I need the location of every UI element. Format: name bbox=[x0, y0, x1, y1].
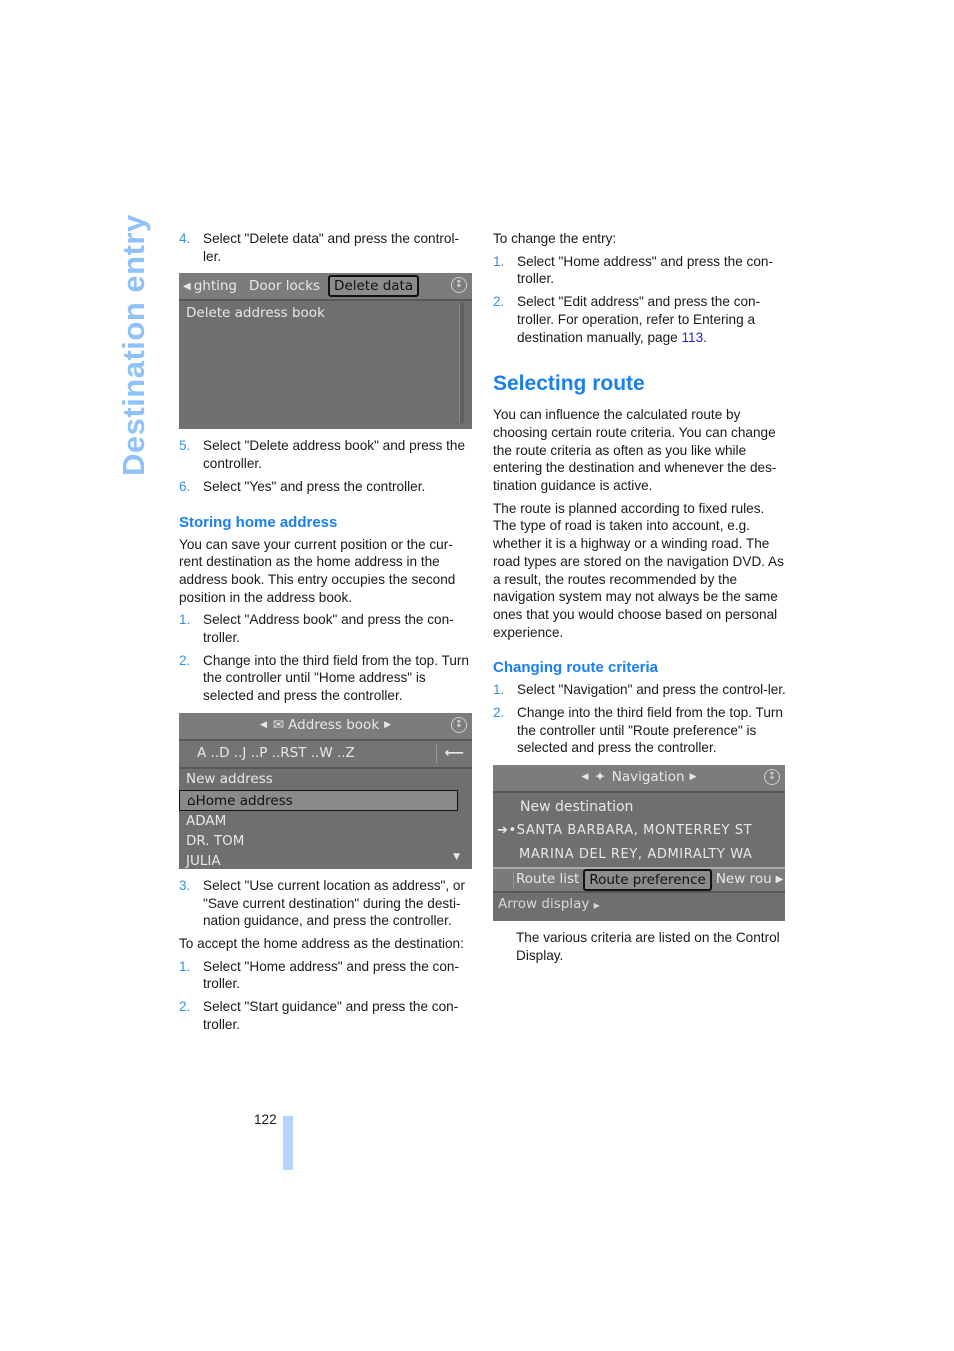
list-item[interactable]: ADAM bbox=[179, 811, 472, 831]
step-text: Select "Edit address" and press the con-… bbox=[517, 294, 761, 345]
step-6: 6. Select "Yes" and press the controller… bbox=[179, 478, 473, 496]
step-text: Select "Delete data" and press the contr… bbox=[203, 231, 459, 264]
step-number: 1. bbox=[179, 958, 191, 974]
page-marker-bar bbox=[283, 1116, 293, 1170]
arrow-left-icon: ◀ bbox=[259, 719, 267, 730]
accept-step-1: 1. Select "Home address" and press the c… bbox=[179, 958, 473, 993]
arrow-right-icon: ▶ bbox=[384, 719, 392, 730]
criteria-step-1: 1. Select "Navigation" and press the con… bbox=[493, 681, 787, 699]
step-number: 6. bbox=[179, 478, 191, 494]
step-number: 1. bbox=[179, 612, 191, 628]
step-number: 2. bbox=[493, 705, 505, 721]
menu-item-arrow-display[interactable]: Arrow display ▶ bbox=[493, 893, 785, 915]
controller-icon: ↕ bbox=[451, 277, 467, 294]
list-item[interactable]: JULIA bbox=[179, 851, 472, 869]
screen-title-bar: ◀ ✦ Navigation ▶ ↕ bbox=[493, 765, 785, 794]
change-step-2: 2. Select "Edit address" and press the c… bbox=[493, 293, 787, 346]
left-column: 4. Select "Delete data" and press the co… bbox=[179, 230, 473, 1038]
selecting-paragraph-1: You can influence the calculated route b… bbox=[493, 407, 777, 494]
change-step-1: 1. Select "Home address" and press the c… bbox=[493, 253, 787, 288]
step-text: Change into the third field from the top… bbox=[517, 705, 783, 756]
arrow-right-icon[interactable]: ▶ bbox=[776, 871, 784, 889]
step-3: 3. Select "Use current location as addre… bbox=[179, 877, 473, 930]
screen-title: Address book bbox=[288, 716, 380, 733]
step-text: Select "Use current location as address"… bbox=[203, 877, 466, 929]
heading-selecting-route: Selecting route bbox=[493, 372, 645, 396]
step-5: 5. Select "Delete address book" and pres… bbox=[179, 437, 473, 472]
step-number: 1. bbox=[493, 253, 505, 269]
storing-paragraph: You can save your current position or th… bbox=[179, 536, 456, 605]
controller-icon: ↕ bbox=[451, 716, 467, 733]
destination-item[interactable]: MARINA DEL REY, ADMIRALTY WA bbox=[493, 843, 785, 867]
tab-route-preference[interactable]: Route preference bbox=[583, 869, 712, 892]
scroll-down-icon[interactable]: ▼ bbox=[453, 849, 460, 867]
screen-tab-bar: ◀ ghting Door locks Delete data ↕ bbox=[179, 273, 472, 302]
list-item-selected[interactable]: ⌂Home address bbox=[179, 789, 458, 811]
list-item[interactable]: DR. TOM bbox=[179, 831, 472, 851]
arrow-right-icon: ▶ bbox=[593, 901, 600, 911]
step-text: Select "Home address" and press the con-… bbox=[203, 958, 459, 992]
scrollbar[interactable] bbox=[459, 303, 464, 424]
step-number: 3. bbox=[179, 877, 191, 893]
change-intro: To change the entry: bbox=[493, 231, 617, 246]
step-number: 2. bbox=[179, 652, 191, 668]
page-number: 122 bbox=[254, 1112, 277, 1127]
accept-step-2: 2. Select "Start guidance" and press the… bbox=[179, 998, 473, 1033]
step-text: Change into the third field from the top… bbox=[203, 652, 469, 704]
step-text: Select "Home address" and press the con-… bbox=[517, 253, 773, 287]
accept-paragraph: To accept the home address as the destin… bbox=[179, 935, 464, 951]
page-link[interactable]: 113 bbox=[682, 330, 704, 345]
alphabet-selector[interactable]: A ..D ..J ..P ..RST ..W ..Z bbox=[197, 745, 436, 763]
heading-changing-route-criteria: Changing route criteria bbox=[493, 659, 659, 677]
arrow-left-icon: ◀ bbox=[581, 772, 589, 783]
heading-storing-home-address: Storing home address bbox=[179, 513, 338, 531]
screen-title: Navigation bbox=[611, 769, 685, 786]
menu-item-delete-address-book[interactable]: Delete address book bbox=[179, 303, 472, 324]
menu-item-new-destination[interactable]: New destination bbox=[493, 793, 785, 819]
step-text: Select "Delete address book" and press t… bbox=[203, 438, 466, 472]
step-number: 2. bbox=[179, 999, 191, 1015]
back-icon[interactable]: ⟵ bbox=[435, 744, 472, 763]
controller-icon: ↕ bbox=[764, 769, 780, 786]
arrow-right-icon: ➔• bbox=[497, 823, 517, 839]
destination-item-current[interactable]: ➔•SANTA BARBARA, MONTERREY ST bbox=[493, 819, 785, 843]
tab-route-list[interactable]: Route list bbox=[513, 871, 579, 890]
selecting-paragraph-2: The route is planned according to fixed … bbox=[493, 500, 784, 640]
step-text-end: . bbox=[703, 329, 707, 345]
tab-door-locks[interactable]: Door locks bbox=[249, 278, 320, 296]
screen-delete-data: ◀ ghting Door locks Delete data ↕ Delete… bbox=[179, 273, 472, 430]
right-column: To change the entry: 1. Select "Home add… bbox=[493, 230, 787, 970]
step-number: 4. bbox=[179, 231, 191, 246]
step-number: 2. bbox=[493, 294, 505, 310]
storing-step-1: 1. Select "Address book" and press the c… bbox=[179, 611, 473, 646]
tab-lighting[interactable]: ghting bbox=[194, 278, 237, 296]
criteria-step-2: 2. Change into the third field from the … bbox=[493, 704, 787, 757]
step-number: 5. bbox=[179, 438, 191, 454]
storing-step-2: 2. Change into the third field from the … bbox=[179, 652, 473, 705]
step-text: Select "Start guidance" and press the co… bbox=[203, 999, 459, 1032]
screen-title-bar: ◀ ✉ Address book ▶ ↕ bbox=[179, 712, 472, 741]
step-text: Select "Yes" and press the controller. bbox=[203, 478, 426, 494]
screen-navigation: ◀ ✦ Navigation ▶ ↕ New destination ➔•SAN… bbox=[493, 765, 785, 922]
arrow-right-icon: ▶ bbox=[689, 772, 697, 783]
house-icon: ⌂ bbox=[187, 792, 196, 809]
alphabet-bar: A ..D ..J ..P ..RST ..W ..Z ⟵ bbox=[179, 740, 472, 769]
screen-address-book: ◀ ✉ Address book ▶ ↕ A ..D ..J ..P ..RST… bbox=[179, 712, 472, 869]
tab-delete-data[interactable]: Delete data bbox=[328, 275, 420, 298]
route-tab-bar: Route list Route preference New rou ▶ bbox=[493, 867, 785, 894]
step-number: 1. bbox=[493, 682, 505, 698]
list-item[interactable]: New address bbox=[179, 769, 472, 790]
tab-new-route[interactable]: New rou bbox=[716, 871, 772, 889]
step-text: Select "Address book" and press the con-… bbox=[203, 612, 454, 646]
navigation-icon: ✦ bbox=[594, 769, 606, 786]
chapter-side-title: Destination entry bbox=[116, 214, 151, 476]
arrow-left-icon: ◀ bbox=[183, 280, 191, 292]
closing-paragraph: The various criteria are listed on the C… bbox=[516, 930, 780, 963]
address-book-icon: ✉ bbox=[272, 716, 285, 733]
step-4: 4. Select "Delete data" and press the co… bbox=[179, 230, 473, 265]
step-text: Select "Navigation" and press the contro… bbox=[517, 682, 786, 698]
